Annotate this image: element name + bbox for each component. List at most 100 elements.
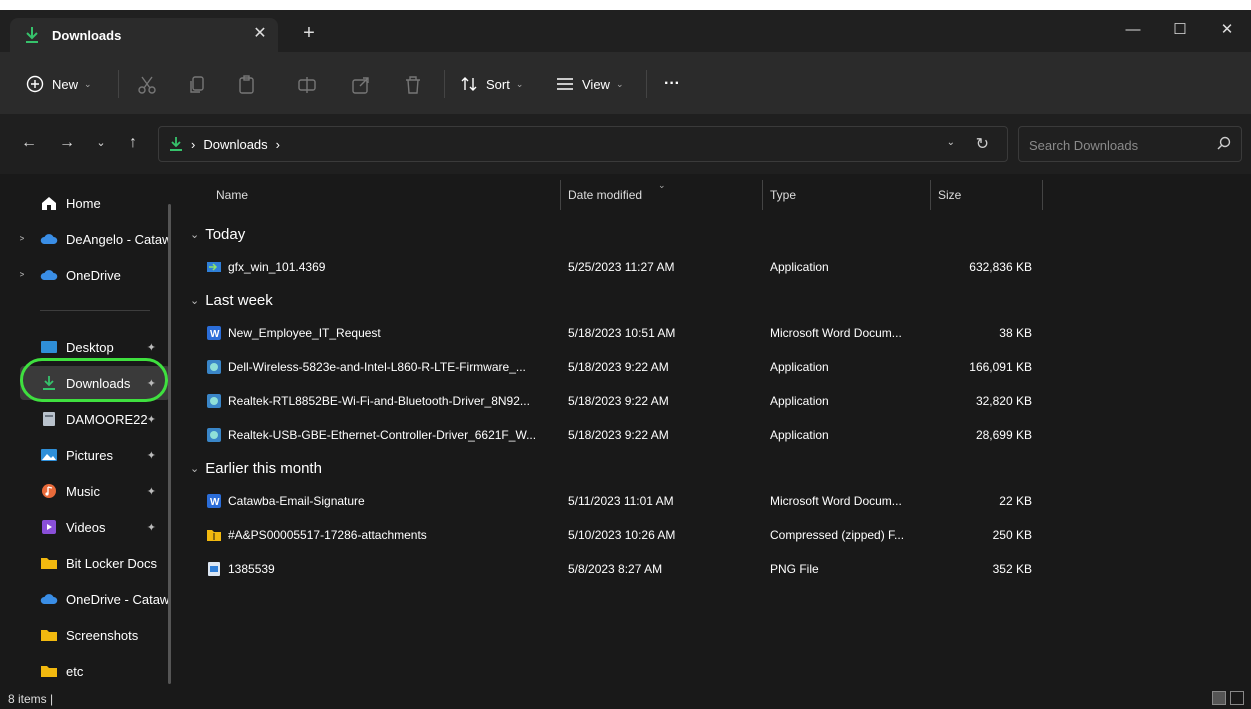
- file-row[interactable]: Realtek-USB-GBE-Ethernet-Controller-Driv…: [182, 420, 1042, 450]
- file-date-modified: 5/10/2023 10:26 AM: [568, 528, 676, 542]
- sidebar-item-onedrive[interactable]: > OneDrive: [20, 258, 170, 292]
- file-row[interactable]: W Catawba-Email-Signature 5/11/2023 11:0…: [182, 486, 1042, 516]
- minimize-button[interactable]: —: [1110, 16, 1156, 44]
- share-icon[interactable]: [350, 74, 372, 96]
- sidebar-item-onedrive-catawba[interactable]: OneDrive - Catawba: [20, 582, 170, 616]
- search-box[interactable]: [1018, 126, 1242, 162]
- sidebar-item-etc[interactable]: etc: [20, 654, 170, 688]
- column-header-name[interactable]: Name: [216, 188, 248, 202]
- refresh-icon[interactable]: ↻: [976, 134, 989, 154]
- sidebar-item-label: OneDrive - Catawba: [66, 591, 170, 607]
- zip-folder-icon: [207, 530, 221, 541]
- rename-icon[interactable]: [296, 74, 318, 96]
- column-divider[interactable]: [1042, 180, 1043, 210]
- sidebar-item-label: Music: [66, 483, 100, 499]
- sort-indicator-icon: ⌄: [658, 180, 666, 190]
- sidebar-item-home[interactable]: Home: [20, 186, 170, 220]
- pin-icon[interactable]: ✦: [147, 341, 156, 354]
- file-type: Application: [770, 260, 829, 274]
- sidebar-item-screenshots[interactable]: Screenshots: [20, 618, 170, 652]
- tiles-view-icon[interactable]: [1230, 691, 1244, 705]
- pin-icon[interactable]: ✦: [147, 485, 156, 498]
- recent-locations-chevron-icon[interactable]: ⌄: [90, 132, 112, 154]
- sidebar-item-pictures[interactable]: Pictures ✦: [20, 438, 170, 472]
- sort-icon: [461, 77, 477, 91]
- tab-downloads[interactable]: Downloads ✕: [10, 18, 278, 52]
- pin-icon[interactable]: ✦: [147, 449, 156, 462]
- file-row[interactable]: 1385539 5/8/2023 8:27 AM PNG File 352 KB: [182, 554, 1042, 584]
- file-size: 28,699 KB: [975, 428, 1032, 442]
- maximize-button[interactable]: ☐: [1157, 16, 1203, 44]
- music-icon: [42, 484, 56, 498]
- delete-icon[interactable]: [402, 74, 424, 96]
- column-header-date-modified[interactable]: Date modified: [568, 188, 642, 202]
- file-row[interactable]: W New_Employee_IT_Request 5/18/2023 10:5…: [182, 318, 1042, 348]
- back-arrow-icon[interactable]: ←: [18, 132, 40, 154]
- chevron-down-icon: ⌄: [615, 78, 624, 89]
- paste-icon[interactable]: [236, 74, 258, 96]
- new-tab-button[interactable]: +: [298, 22, 320, 44]
- file-date-modified: 5/18/2023 9:22 AM: [568, 428, 669, 442]
- column-header-size[interactable]: Size: [938, 188, 961, 202]
- file-list: Name ⌄ Date modified Type Size ⌄ Today g…: [182, 174, 1251, 688]
- new-label: New: [52, 76, 79, 92]
- sidebar-item-bit-locker-docs[interactable]: Bit Locker Docs: [20, 546, 170, 580]
- more-options-button[interactable]: ···: [664, 72, 680, 96]
- sidebar-item-downloads[interactable]: Downloads ✦: [20, 366, 170, 400]
- search-input[interactable]: [1027, 135, 1201, 155]
- view-button[interactable]: View ⌄: [556, 72, 624, 96]
- new-button[interactable]: New ⌄: [26, 72, 92, 96]
- file-row[interactable]: gfx_win_101.4369 5/25/2023 11:27 AM Appl…: [182, 252, 1042, 282]
- up-arrow-icon[interactable]: ↑: [122, 132, 144, 154]
- address-bar[interactable]: › Downloads › ⌄ ↻: [158, 126, 1008, 162]
- svg-text:W: W: [210, 497, 220, 508]
- breadcrumb-downloads[interactable]: Downloads: [203, 137, 267, 152]
- column-divider[interactable]: [762, 180, 763, 210]
- chevron-down-icon: ⌄: [515, 78, 524, 89]
- copy-icon[interactable]: [186, 74, 208, 96]
- sidebar-item-label: Downloads: [66, 375, 131, 391]
- pin-icon[interactable]: ✦: [147, 521, 156, 534]
- details-view-icon[interactable]: [1212, 691, 1226, 705]
- sidebar-item-damoore22[interactable]: DAMOORE22 ✦: [20, 402, 170, 436]
- file-row[interactable]: #A&PS00005517-17286-attachments 5/10/202…: [182, 520, 1042, 550]
- command-bar: New ⌄ Sort ⌄ View ⌄ ···: [0, 52, 1251, 114]
- column-header-type[interactable]: Type: [770, 188, 796, 202]
- expand-chevron-icon[interactable]: >: [20, 233, 24, 245]
- pin-icon[interactable]: ✦: [147, 377, 156, 390]
- home-icon: [42, 197, 56, 210]
- collapse-chevron-icon: ⌄: [190, 463, 200, 475]
- group-label: Today: [205, 226, 246, 243]
- sidebar-item-label: Videos: [66, 519, 106, 535]
- sidebar-item-desktop[interactable]: Desktop ✦: [20, 330, 170, 364]
- group-header-last-week[interactable]: ⌄ Last week: [190, 292, 273, 309]
- file-type: Application: [770, 394, 829, 408]
- cut-icon[interactable]: [136, 74, 158, 96]
- sidebar-scrollbar[interactable]: [168, 204, 171, 684]
- group-header-today[interactable]: ⌄ Today: [190, 226, 245, 243]
- download-icon: [43, 376, 55, 390]
- file-name: Realtek-USB-GBE-Ethernet-Controller-Driv…: [228, 428, 537, 442]
- sidebar-item-videos[interactable]: Videos ✦: [20, 510, 170, 544]
- sidebar-item-deangelo-catawba[interactable]: > DeAngelo - Catawba: [20, 222, 170, 256]
- sidebar-item-label: DAMOORE22: [66, 411, 148, 427]
- sidebar-item-label: etc: [66, 663, 84, 679]
- file-date-modified: 5/11/2023 11:01 AM: [568, 494, 674, 508]
- videos-icon: [42, 520, 56, 534]
- address-dropdown-chevron-icon[interactable]: ⌄: [947, 137, 955, 148]
- column-divider[interactable]: [930, 180, 931, 210]
- file-name: 1385539: [228, 562, 275, 576]
- group-header-earlier-this-month[interactable]: ⌄ Earlier this month: [190, 460, 322, 477]
- forward-arrow-icon[interactable]: →: [56, 132, 78, 154]
- column-divider[interactable]: [560, 180, 561, 210]
- sort-button[interactable]: Sort ⌄: [460, 72, 523, 96]
- pin-icon[interactable]: ✦: [147, 413, 156, 426]
- tab-close-icon[interactable]: ✕: [250, 24, 270, 44]
- sidebar-item-music[interactable]: Music ✦: [20, 474, 170, 508]
- expand-chevron-icon[interactable]: >: [20, 269, 24, 281]
- file-name: #A&PS00005517-17286-attachments: [228, 528, 427, 542]
- close-window-button[interactable]: ✕: [1204, 16, 1250, 44]
- file-name: New_Employee_IT_Request: [228, 326, 381, 340]
- file-row[interactable]: Realtek-RTL8852BE-Wi-Fi-and-Bluetooth-Dr…: [182, 386, 1042, 416]
- file-row[interactable]: Dell-Wireless-5823e-and-Intel-L860-R-LTE…: [182, 352, 1042, 382]
